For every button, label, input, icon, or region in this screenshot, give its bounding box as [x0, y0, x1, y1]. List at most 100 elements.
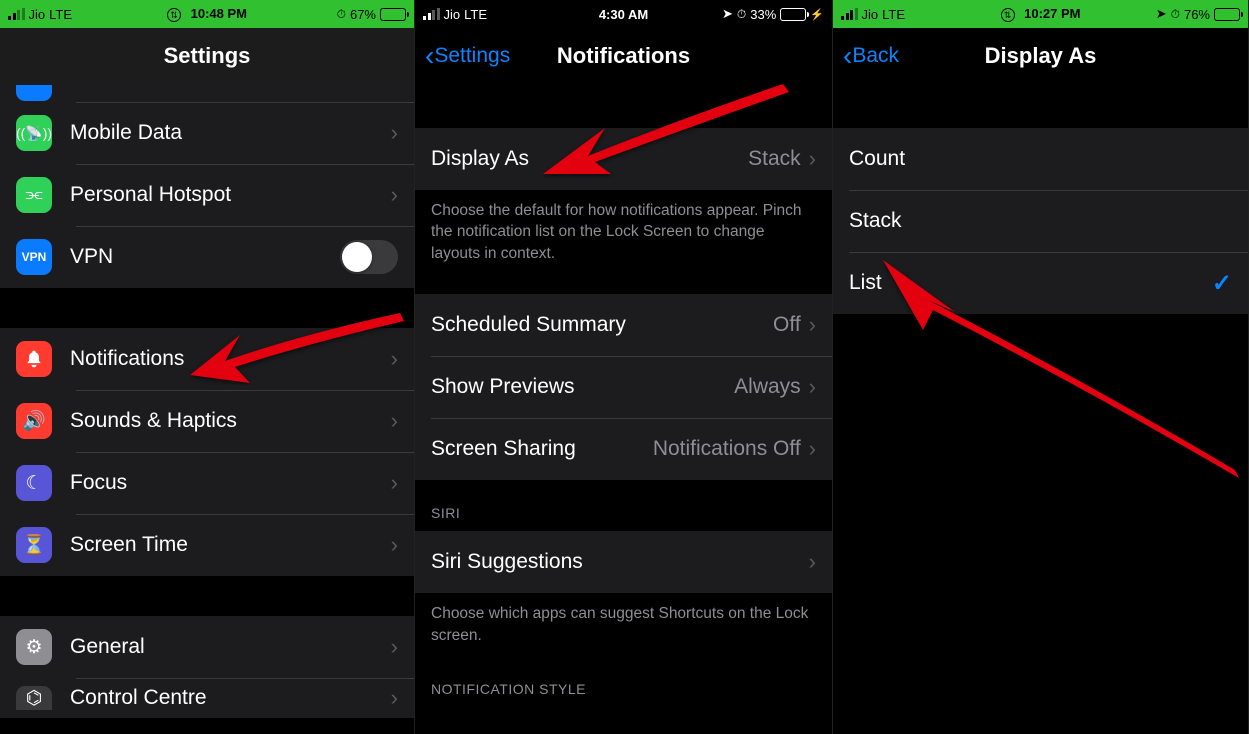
vpn-row[interactable]: VPN VPN [0, 226, 414, 288]
carrier-label: Jio [444, 7, 461, 22]
page-title: Notifications [557, 43, 690, 69]
battery-percent: 76% [1184, 7, 1210, 22]
list-option-label: List [849, 271, 1212, 295]
alarm-icon: ⏱ [737, 7, 746, 22]
siri-suggestions-label: Siri Suggestions [431, 550, 809, 574]
hourglass-icon: ⏳ [16, 527, 52, 563]
battery-percent: 67% [350, 7, 376, 22]
speaker-icon: 🔊 [16, 403, 52, 439]
nav-header: ‹ Back Display As [833, 28, 1248, 84]
carrier-label: Jio [862, 7, 879, 22]
chevron-right-icon: › [809, 436, 816, 462]
moon-icon: ☾ [16, 465, 52, 501]
scheduled-summary-row[interactable]: Scheduled Summary Off › [415, 294, 832, 356]
status-bar: Jio LTE 10:48 PM ⏱ 67% [0, 0, 414, 28]
cellular-signal-icon [841, 8, 858, 20]
hotspot-indicator-icon [167, 8, 181, 22]
page-title: Display As [985, 43, 1097, 69]
network-label: LTE [464, 7, 487, 22]
carrier-label: Jio [29, 7, 46, 22]
chevron-right-icon: › [391, 634, 398, 660]
status-bar: Jio LTE 10:27 PM ➤ ⏱ 76% [833, 0, 1248, 28]
battery-icon [1214, 8, 1240, 21]
chevron-right-icon: › [809, 146, 816, 172]
antenna-icon: ((📡)) [16, 115, 52, 151]
checkmark-icon: ✓ [1212, 269, 1232, 298]
chevron-right-icon: › [391, 346, 398, 372]
vpn-toggle[interactable] [340, 240, 398, 274]
count-option-row[interactable]: Count [833, 128, 1248, 190]
mobile-data-row[interactable]: ((📡)) Mobile Data › [0, 102, 414, 164]
page-title: Settings [164, 43, 251, 69]
bell-icon [16, 341, 52, 377]
notifications-label: Notifications [70, 347, 391, 371]
chevron-right-icon: › [391, 470, 398, 496]
general-label: General [70, 635, 391, 659]
status-bar: Jio LTE 4:30 AM ➤ ⏱ 33% ⚡ [415, 0, 832, 28]
clock-time: 10:27 PM [1024, 6, 1080, 21]
gear-icon: ⚙ [16, 629, 52, 665]
sounds-haptics-row[interactable]: 🔊 Sounds & Haptics › [0, 390, 414, 452]
back-label: Back [852, 44, 899, 68]
show-previews-row[interactable]: Show Previews Always › [415, 356, 832, 418]
scheduled-summary-label: Scheduled Summary [431, 313, 773, 337]
general-row[interactable]: ⚙ General › [0, 616, 414, 678]
control-centre-row[interactable]: ⌬ Control Centre › [0, 678, 414, 718]
chevron-right-icon: › [391, 532, 398, 558]
mobile-data-label: Mobile Data [70, 121, 391, 145]
sounds-haptics-label: Sounds & Haptics [70, 409, 391, 433]
display-as-value: Stack [748, 147, 801, 171]
cellular-signal-icon [8, 8, 25, 20]
chevron-right-icon: › [809, 549, 816, 575]
vpn-icon: VPN [16, 239, 52, 275]
focus-row[interactable]: ☾ Focus › [0, 452, 414, 514]
show-previews-value: Always [734, 375, 801, 399]
clock-time: 10:48 PM [191, 6, 247, 21]
cellular-signal-icon [423, 8, 440, 20]
chevron-right-icon: › [391, 182, 398, 208]
stack-option-label: Stack [849, 209, 1232, 233]
control-centre-label: Control Centre [70, 686, 391, 710]
battery-percent: 33% [750, 7, 776, 22]
battery-icon [780, 8, 806, 21]
scheduled-summary-value: Off [773, 313, 801, 337]
chevron-left-icon: ‹ [425, 42, 434, 70]
screen-sharing-row[interactable]: Screen Sharing Notifications Off › [415, 418, 832, 480]
network-label: LTE [882, 7, 905, 22]
nav-header: Settings [0, 28, 414, 84]
clock-time: 4:30 AM [599, 7, 648, 22]
show-previews-label: Show Previews [431, 375, 734, 399]
vpn-label: VPN [70, 245, 340, 269]
hotspot-indicator-icon [1001, 8, 1015, 22]
notifications-row[interactable]: Notifications › [0, 328, 414, 390]
display-as-label: Display As [431, 147, 748, 171]
chevron-right-icon: › [391, 120, 398, 146]
alarm-icon: ⏱ [337, 7, 346, 22]
display-as-footer: Choose the default for how notifications… [415, 190, 832, 274]
nav-header: ‹ Settings Notifications [415, 28, 832, 84]
personal-hotspot-row[interactable]: ⫘ Personal Hotspot › [0, 164, 414, 226]
row-cut-top [0, 84, 414, 102]
notification-style-header: NOTIFICATION STYLE [415, 656, 832, 699]
charging-icon: ⚡ [810, 8, 824, 21]
chevron-right-icon: › [391, 408, 398, 434]
screen-sharing-label: Screen Sharing [431, 437, 653, 461]
list-option-row[interactable]: List ✓ [833, 252, 1248, 314]
back-label: Settings [434, 44, 510, 68]
stack-option-row[interactable]: Stack [833, 190, 1248, 252]
screen-sharing-value: Notifications Off [653, 437, 801, 461]
display-as-row[interactable]: Display As Stack › [415, 128, 832, 190]
back-button[interactable]: ‹ Settings [425, 42, 510, 70]
location-icon: ➤ [1156, 6, 1167, 22]
siri-footer: Choose which apps can suggest Shortcuts … [415, 593, 832, 656]
chevron-right-icon: › [809, 374, 816, 400]
count-option-label: Count [849, 147, 1232, 171]
back-button[interactable]: ‹ Back [843, 42, 899, 70]
alarm-icon: ⏱ [1171, 7, 1180, 22]
screen-time-row[interactable]: ⏳ Screen Time › [0, 514, 414, 576]
chevron-left-icon: ‹ [843, 42, 852, 70]
screen-time-label: Screen Time [70, 533, 391, 557]
network-label: LTE [49, 7, 72, 22]
link-icon: ⫘ [16, 177, 52, 213]
siri-suggestions-row[interactable]: Siri Suggestions › [415, 531, 832, 593]
